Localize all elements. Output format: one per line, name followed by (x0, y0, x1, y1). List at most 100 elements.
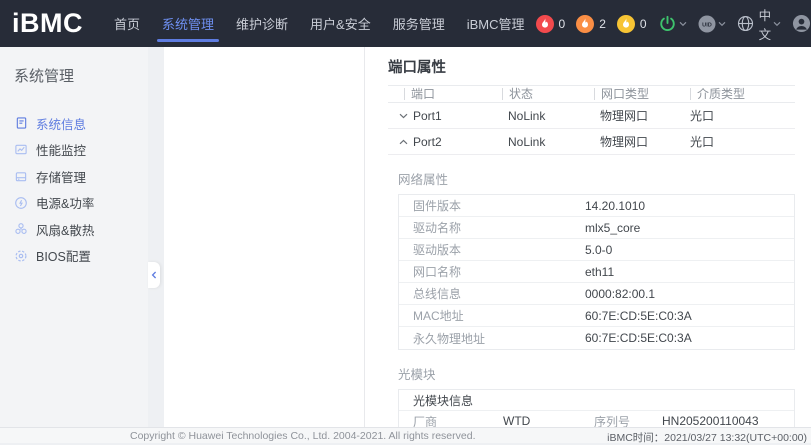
nav-system-management[interactable]: 系统管理 (151, 0, 225, 47)
table-row-port1[interactable]: Port1 NoLink 物理网口 光口 (388, 103, 795, 129)
sidebar-item-label: 风扇&散热 (36, 220, 94, 239)
property-label: 序列号 (594, 413, 662, 428)
port-status: NoLink (500, 109, 592, 123)
port-media-type: 光口 (682, 107, 795, 124)
user-account-menu[interactable] (792, 14, 811, 33)
port-type: 物理网口 (592, 107, 682, 124)
svg-text:UID: UID (702, 22, 712, 28)
copyright-text: Copyright © Huawei Technologies Co., Ltd… (130, 430, 476, 442)
nav-maintenance-diagnosis[interactable]: 维护诊断 (225, 0, 299, 47)
language-label: 中文 (759, 5, 772, 43)
nav-user-security[interactable]: 用户&安全 (299, 0, 382, 47)
table-row: 驱动版本 5.0-0 (399, 239, 794, 261)
sidebar-collapse-toggle[interactable] (148, 262, 160, 288)
table-row: 永久物理地址 60:7E:CD:5E:C0:3A (399, 327, 794, 349)
alarm-major[interactable]: 2 (576, 15, 606, 33)
sidebar: 系统管理 系统信息 性能监控 存储管理 电源&功率 (0, 47, 148, 427)
table-row: 总线信息 0000:82:00.1 (399, 283, 794, 305)
sidebar-item-power[interactable]: 电源&功率 (0, 190, 148, 217)
nav-ibmc-management[interactable]: iBMC管理 (456, 0, 536, 47)
port-name: Port1 (413, 109, 442, 123)
line-chart-icon (14, 143, 28, 156)
chevron-down-icon (679, 21, 687, 27)
property-value: HN205200110043 (662, 414, 794, 427)
gear-icon (14, 249, 28, 263)
port-media-type: 光口 (682, 133, 795, 150)
alarm-critical[interactable]: 0 (536, 15, 566, 33)
property-value: eth11 (585, 265, 614, 279)
network-properties-table: 固件版本 14.20.1010 驱动名称 mlx5_core 驱动版本 5.0-… (398, 194, 795, 350)
property-label: 厂商 (399, 413, 503, 428)
language-selector[interactable]: 中文 (737, 5, 782, 43)
nav-home[interactable]: 首页 (103, 0, 151, 47)
property-value: 14.20.1010 (585, 199, 645, 213)
sidebar-item-label: 存储管理 (36, 167, 86, 186)
property-label: 总线信息 (399, 285, 585, 302)
sidebar-item-storage-management[interactable]: 存储管理 (0, 163, 148, 190)
property-label: 驱动名称 (399, 219, 585, 236)
sidebar-item-system-info[interactable]: 系统信息 (0, 110, 148, 137)
property-value: 60:7E:CD:5E:C0:3A (585, 331, 692, 345)
alarm-major-count: 2 (599, 17, 606, 31)
column-header-port-type: 网口类型 (594, 88, 649, 100)
property-label: 固件版本 (399, 197, 585, 214)
sidebar-item-label: 系统信息 (36, 114, 86, 133)
chevron-down-icon (718, 21, 726, 27)
document-icon (14, 116, 28, 130)
network-properties-title: 网络属性 (398, 169, 795, 188)
collapse-chevron-up-icon[interactable] (399, 139, 408, 145)
fan-icon (14, 222, 28, 236)
property-value: mlx5_core (585, 221, 640, 235)
alarm-minor-flame-icon (617, 15, 635, 33)
sidebar-item-label: 性能监控 (36, 140, 86, 159)
alarm-major-flame-icon (576, 15, 594, 33)
main-content: 端口属性 端口 状态 网口类型 介质类型 Port1 NoLink 物理网口 光… (365, 47, 811, 427)
footer: Copyright © Huawei Technologies Co., Ltd… (0, 427, 811, 443)
property-value: 60:7E:CD:5E:C0:3A (585, 309, 692, 323)
table-row: 网口名称 eth11 (399, 261, 794, 283)
alarm-critical-count: 0 (559, 17, 566, 31)
property-label: MAC地址 (399, 307, 585, 324)
optical-module-title: 光模块 (398, 364, 795, 383)
sidebar-item-bios-config[interactable]: BIOS配置 (0, 243, 148, 270)
expand-chevron-down-icon[interactable] (399, 113, 408, 119)
ports-table: 端口 状态 网口类型 介质类型 Port1 NoLink 物理网口 光口 Por… (388, 85, 795, 155)
table-row: 固件版本 14.20.1010 (399, 195, 794, 217)
table-row: MAC地址 60:7E:CD:5E:C0:3A (399, 305, 794, 327)
table-row: 厂商 WTD 序列号 HN205200110043 (399, 411, 794, 427)
uid-indicator-menu[interactable]: UID (698, 15, 726, 33)
main-nav: 首页 系统管理 维护诊断 用户&安全 服务管理 iBMC管理 (103, 0, 536, 47)
alarm-minor[interactable]: 0 (617, 15, 647, 33)
power-control-menu[interactable] (658, 14, 687, 33)
property-label: 永久物理地址 (399, 330, 585, 347)
avatar-icon (792, 14, 811, 33)
page-title: 端口属性 (388, 56, 795, 77)
optical-module-table: 光模块信息 厂商 WTD 序列号 HN205200110043 (398, 389, 795, 427)
sidebar-menu: 系统信息 性能监控 存储管理 电源&功率 风扇&散热 (0, 110, 148, 269)
sidebar-item-label: BIOS配置 (36, 246, 91, 265)
table-row-port2[interactable]: Port2 NoLink 物理网口 光口 (388, 129, 795, 155)
ports-table-header: 端口 状态 网口类型 介质类型 (388, 85, 795, 103)
property-value: 5.0-0 (585, 243, 612, 257)
property-value: 0000:82:00.1 (585, 287, 655, 301)
port-status: NoLink (500, 135, 592, 149)
port-name: Port2 (413, 135, 442, 149)
sidebar-item-fan-cooling[interactable]: 风扇&散热 (0, 216, 148, 243)
chevron-left-icon (151, 271, 157, 279)
column-header-media-type: 介质类型 (690, 88, 745, 100)
property-value: WTD (503, 414, 594, 427)
port2-detail-panel: 网络属性 固件版本 14.20.1010 驱动名称 mlx5_core 驱动版本… (388, 169, 795, 427)
secondary-panel (164, 47, 365, 427)
uid-icon: UID (698, 15, 716, 33)
sidebar-item-performance-monitor[interactable]: 性能监控 (0, 137, 148, 164)
power-bolt-icon (14, 196, 28, 210)
column-header-port: 端口 (404, 88, 435, 100)
optical-module-info-header: 光模块信息 (399, 390, 794, 411)
column-header-status: 状态 (502, 88, 533, 100)
storage-icon (14, 170, 28, 183)
alarm-minor-count: 0 (640, 17, 647, 31)
topbar-status-area: 0 2 0 UID (536, 0, 811, 47)
nav-service-management[interactable]: 服务管理 (382, 0, 456, 47)
property-label: 网口名称 (399, 263, 585, 280)
sidebar-item-label: 电源&功率 (36, 193, 94, 212)
